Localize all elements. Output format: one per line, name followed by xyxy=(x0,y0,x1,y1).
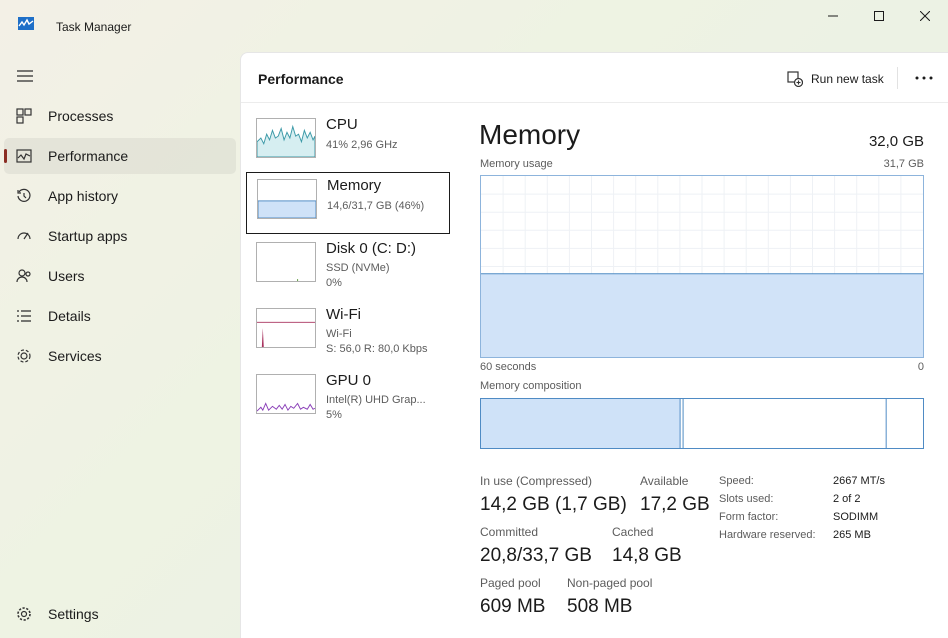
page-title: Performance xyxy=(258,71,344,87)
device-cpu[interactable]: CPU 41% 2,96 GHz xyxy=(246,112,450,174)
hardware-reserved-value: 265 MB xyxy=(833,529,871,541)
sidebar-item-users[interactable]: Users xyxy=(4,258,236,294)
memory-composition-label: Memory composition xyxy=(480,380,582,392)
hamburger-menu-icon[interactable] xyxy=(16,69,34,83)
memory-usage-max: 31,7 GB xyxy=(883,158,924,170)
gear-icon xyxy=(17,607,31,621)
paged-pool-value: 609 MB xyxy=(480,596,546,617)
slots-used-label: Slots used: xyxy=(719,493,774,505)
gpu-thumbnail-graph xyxy=(256,374,316,414)
disk-thumbnail-graph xyxy=(256,242,316,282)
task-manager-icon xyxy=(18,17,34,30)
device-detail: 0% xyxy=(326,277,342,289)
users-icon xyxy=(16,269,31,283)
device-name: CPU xyxy=(326,116,358,133)
wifi-thumbnail-graph xyxy=(256,308,316,348)
non-paged-pool-value: 508 MB xyxy=(567,596,633,617)
performance-icon xyxy=(16,149,32,163)
device-detail: Intel(R) UHD Grap... xyxy=(326,394,426,406)
sidebar-item-performance[interactable]: Performance xyxy=(4,138,236,174)
sidebar-item-startup-apps[interactable]: Startup apps xyxy=(4,218,236,254)
sidebar-item-label: Performance xyxy=(48,148,129,164)
settings-label: Settings xyxy=(48,606,99,622)
device-detail: SSD (NVMe) xyxy=(326,262,390,274)
title-bar: Task Manager xyxy=(0,0,948,34)
device-detail: 41% 2,96 GHz xyxy=(326,139,398,151)
form-factor-value: SODIMM xyxy=(833,511,879,523)
cached-label: Cached xyxy=(612,525,654,539)
processes-icon xyxy=(16,108,32,124)
maximize-icon xyxy=(874,11,884,21)
sidebar-item-details[interactable]: Details xyxy=(4,298,236,334)
paged-pool-label: Paged pool xyxy=(480,576,541,590)
device-name: GPU 0 xyxy=(326,372,372,389)
time-axis-end: 0 xyxy=(917,361,924,373)
startup-icon xyxy=(17,232,31,240)
device-disk[interactable]: Disk 0 (C: D:) SSD (NVMe) 0% xyxy=(246,236,450,298)
device-detail: S: 56,0 R: 80,0 Kbps xyxy=(326,343,428,355)
window-title: Task Manager xyxy=(56,20,132,34)
committed-label: Committed xyxy=(480,525,539,539)
time-axis-start: 60 seconds xyxy=(480,361,537,373)
sidebar-item-label: Startup apps xyxy=(48,228,128,244)
device-name: Disk 0 (C: D:) xyxy=(326,240,416,257)
sidebar-item-label: Users xyxy=(48,268,85,284)
composition-in-use xyxy=(481,399,681,448)
maximize-button[interactable] xyxy=(856,0,902,32)
speed-value: 2667 MT/s xyxy=(833,475,885,487)
memory-usage-area xyxy=(481,273,923,357)
main-panel: Performance Run new task CPU 41% 2,96 GH… xyxy=(240,52,948,638)
form-factor-label: Form factor: xyxy=(719,511,779,523)
sidebar-item-label: Processes xyxy=(48,108,114,124)
sidebar: Processes Performance App history Startu… xyxy=(0,52,240,638)
device-memory[interactable]: Memory 14,6/31,7 GB (46%) xyxy=(246,172,450,234)
minimize-button[interactable] xyxy=(810,0,856,32)
sidebar-item-label: Details xyxy=(48,308,91,324)
minimize-icon xyxy=(828,15,838,17)
sidebar-item-label: App history xyxy=(48,188,119,204)
cpu-thumbnail-graph xyxy=(256,118,316,158)
sidebar-item-label: Services xyxy=(48,348,102,364)
available-label: Available xyxy=(640,474,689,488)
history-icon xyxy=(17,188,31,202)
details-icon xyxy=(17,310,31,322)
speed-label: Speed: xyxy=(719,475,754,487)
hardware-reserved-label: Hardware reserved: xyxy=(719,529,816,541)
non-paged-pool-label: Non-paged pool xyxy=(567,576,653,590)
memory-composition-bar xyxy=(480,398,924,449)
device-name: Wi-Fi xyxy=(326,306,361,323)
sidebar-item-processes[interactable]: Processes xyxy=(4,98,236,134)
run-new-task-button[interactable]: Run new task xyxy=(787,69,884,89)
sidebar-item-settings[interactable]: Settings xyxy=(4,596,236,632)
available-value: 17,2 GB xyxy=(640,494,710,515)
in-use-label: In use (Compressed) xyxy=(480,474,593,488)
memory-usage-graph xyxy=(480,175,924,358)
header-divider xyxy=(897,67,898,89)
sidebar-item-app-history[interactable]: App history xyxy=(4,178,236,214)
close-icon xyxy=(920,11,930,21)
close-button[interactable] xyxy=(902,0,948,32)
memory-usage-label: Memory usage xyxy=(480,158,553,170)
page-header: Performance Run new task xyxy=(241,53,948,103)
more-options-button[interactable] xyxy=(913,67,935,89)
device-name: Memory xyxy=(327,177,382,194)
run-task-icon xyxy=(787,71,803,87)
memory-thumbnail-graph xyxy=(257,179,317,219)
committed-value: 20,8/33,7 GB xyxy=(480,545,592,566)
device-detail: 5% xyxy=(326,409,342,421)
memory-title: Memory xyxy=(479,119,581,150)
device-detail: Wi-Fi xyxy=(326,328,352,340)
slots-used-value: 2 of 2 xyxy=(833,493,861,505)
device-detail: 14,6/31,7 GB (46%) xyxy=(327,200,425,212)
device-gpu[interactable]: GPU 0 Intel(R) UHD Grap... 5% xyxy=(246,368,450,430)
sidebar-item-services[interactable]: Services xyxy=(4,338,236,374)
in-use-value: 14,2 GB (1,7 GB) xyxy=(480,494,627,515)
cached-value: 14,8 GB xyxy=(612,545,682,566)
more-icon xyxy=(915,76,933,80)
services-icon xyxy=(17,349,31,363)
memory-total: 32,0 GB xyxy=(868,133,924,150)
device-wifi[interactable]: Wi-Fi Wi-Fi S: 56,0 R: 80,0 Kbps xyxy=(246,302,450,364)
run-new-task-label: Run new task xyxy=(811,72,884,86)
